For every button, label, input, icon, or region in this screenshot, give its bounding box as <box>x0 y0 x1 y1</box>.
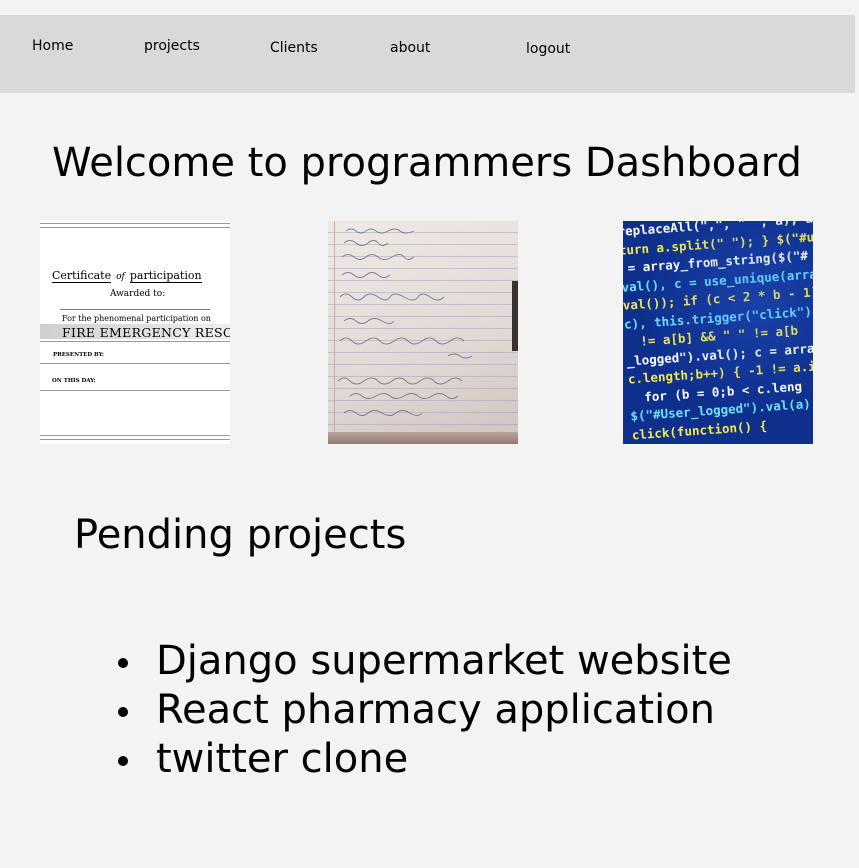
certificate-title-right: participation <box>129 269 202 283</box>
pending-projects-list: Django supermarket website React pharmac… <box>118 638 732 785</box>
certificate-title-of: of <box>116 272 125 282</box>
certificate-title: Certificate of participation <box>52 269 202 283</box>
nav-projects-link[interactable]: projects <box>144 38 200 54</box>
code-screen-image: replaceAll(",", " ", a); a = turn a.spli… <box>623 221 813 444</box>
code-lines: replaceAll(",", " ", a); a = turn a.spli… <box>623 221 813 444</box>
certificate-for-text: For the phenomenal participation on <box>62 314 211 323</box>
certificate-date-label: ON THIS DAY: <box>52 378 96 384</box>
nav-about-link[interactable]: about <box>390 40 430 56</box>
handwritten-notes-image <box>328 221 518 444</box>
pending-projects-heading: Pending projects <box>74 512 407 558</box>
list-item: twitter clone <box>118 736 732 785</box>
nav-logout-link[interactable]: logout <box>526 41 570 57</box>
list-item: Django supermarket website <box>118 638 732 687</box>
list-item: React pharmacy application <box>118 687 732 736</box>
certificate-title-left: Certificate <box>52 269 112 283</box>
nav-clients-link[interactable]: Clients <box>270 40 318 56</box>
nav-home-link[interactable]: Home <box>32 38 73 54</box>
certificate-presented-label: PRESENTED BY: <box>53 352 104 358</box>
certificate-event-name: FIRE EMERGENCY RESCUE <box>62 325 230 340</box>
top-navbar: Home projects Clients about logout <box>0 15 855 93</box>
handwriting-ink <box>337 228 473 416</box>
certificate-image: Certificate of participation Awarded to: F… <box>40 221 230 444</box>
certificate-awarded-label: Awarded to: <box>110 289 166 299</box>
certificate-name-line <box>60 309 210 310</box>
page-title: Welcome to programmers Dashboard <box>52 140 802 186</box>
